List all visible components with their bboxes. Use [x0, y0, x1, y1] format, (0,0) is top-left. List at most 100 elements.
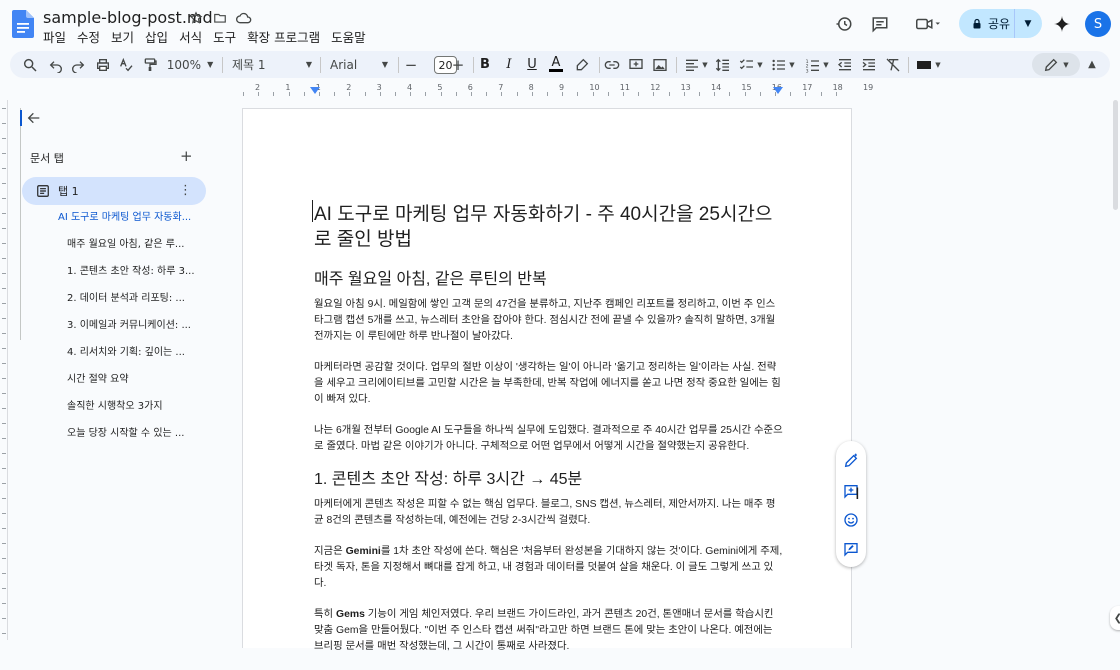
add-tab-button[interactable]: + — [180, 147, 193, 165]
outline-item[interactable]: 오늘 당장 시작할 수 있는 ... — [40, 424, 208, 451]
outline-item[interactable]: AI 도구로 마케팅 업무 자동화... — [40, 208, 208, 235]
vertical-ruler[interactable] — [0, 100, 8, 640]
section-heading[interactable]: 1. 콘텐츠 초안 작성: 하루 3시간 → 45분 — [314, 470, 784, 490]
star-icon[interactable] — [187, 9, 205, 27]
ruler-mark — [820, 92, 822, 96]
paragraph[interactable]: 나는 6개월 전부터 Google AI 도구들을 하나씩 실무에 도입했다. … — [314, 423, 784, 455]
outline-item[interactable]: 솔직한 시행착오 3가지 — [40, 397, 208, 424]
vertical-ruler-mark — [2, 618, 6, 619]
spellcheck-icon[interactable] — [116, 51, 136, 78]
font-select[interactable]: Arial ▼ — [330, 51, 388, 78]
outline-item[interactable]: 매주 월요일 아침, 같은 루... — [40, 235, 208, 262]
more-icon[interactable]: ⋮ — [179, 183, 192, 198]
ruler-mark — [577, 92, 579, 96]
vertical-ruler-mark — [2, 423, 6, 424]
paragraph[interactable]: 마케터라면 공감할 것이다. 업무의 절반 이상이 '생각하는 일'이 아니라 … — [314, 360, 784, 408]
side-panel-expand-icon[interactable]: ❮ — [1110, 606, 1120, 630]
indent-marker-icon[interactable] — [310, 87, 320, 94]
history-icon[interactable] — [830, 10, 858, 38]
vertical-ruler-mark — [2, 468, 6, 469]
menu-file[interactable]: 파일 — [43, 27, 74, 46]
gemini-icon[interactable] — [1048, 10, 1076, 38]
vertical-scrollbar[interactable] — [1113, 100, 1118, 210]
ruler-mark — [258, 92, 260, 96]
ruler-mark — [486, 92, 488, 96]
menu-format[interactable]: 서식 — [179, 27, 210, 46]
vertical-ruler-mark — [2, 513, 6, 514]
search-icon[interactable] — [20, 51, 40, 78]
back-arrow-icon[interactable] — [26, 110, 42, 126]
ruler-tick-label: 4 — [407, 83, 413, 92]
font-size-increase-button[interactable]: + — [451, 51, 465, 78]
clear-format-icon[interactable] — [884, 51, 902, 78]
paint-format-icon[interactable] — [140, 51, 160, 78]
indent-increase-icon[interactable] — [860, 51, 878, 78]
bullet-list-icon[interactable]: ▼ — [769, 51, 797, 78]
bold-icon[interactable]: B — [477, 51, 493, 78]
paragraph[interactable]: 마케터에게 콘텐츠 작성은 피할 수 없는 핵심 업무다. 블로그, SNS 캡… — [314, 497, 784, 529]
paragraph[interactable]: 월요일 아침 9시. 메일함에 쌓인 고객 문의 47건을 분류하고, 지난주 … — [314, 297, 784, 345]
horizontal-ruler[interactable]: 2 1 1 2 3 4 5 6 7 8 9 10 11 12 13 14 15 16 17 18 19 — [243, 83, 873, 97]
highlight-icon[interactable] — [573, 51, 591, 78]
docs-logo-icon[interactable] — [12, 10, 34, 38]
cloud-icon[interactable] — [235, 9, 253, 27]
link-icon[interactable] — [603, 51, 621, 78]
ruler-tick-label: 17 — [802, 83, 813, 92]
text-color-icon[interactable]: A — [548, 51, 564, 78]
underline-icon[interactable]: U — [524, 51, 540, 78]
redo-icon[interactable] — [68, 51, 88, 78]
vertical-ruler-mark — [2, 558, 6, 559]
outline-item[interactable]: 4. 리서치와 기획: 깊이는 ... — [40, 343, 208, 370]
outline-item[interactable]: 2. 데이터 분석과 리포팅: ... — [40, 289, 208, 316]
ruler-mark — [440, 92, 442, 96]
menu-help[interactable]: 도움말 — [331, 27, 374, 46]
tab-1[interactable]: 탭 1 ⋮ — [22, 177, 206, 205]
image-icon[interactable] — [651, 51, 669, 78]
paragraph[interactable]: 지금은 Gemini를 1차 초안 작성에 쓴다. 핵심은 '처음부터 완성본을… — [314, 544, 784, 592]
indent-decrease-icon[interactable] — [836, 51, 854, 78]
ruler-mark — [303, 92, 305, 96]
document-content[interactable]: AI 도구로 마케팅 업무 자동화하기 - 주 40시간을 25시간으로 줄인 … — [314, 202, 784, 670]
bold-text: Gemini — [345, 546, 381, 557]
ruler-mark — [805, 92, 807, 96]
editing-mode-icon[interactable]: ▼ — [1032, 53, 1080, 76]
numbered-list-icon[interactable]: 1 2 3 ▼ — [803, 51, 831, 78]
outline-item[interactable]: 시간 절약 요약 — [40, 370, 208, 397]
collapse-icon[interactable]: ▲ — [1082, 51, 1102, 78]
menu-tools[interactable]: 도구 — [213, 27, 244, 46]
zoom-select[interactable]: 100% ▼ — [165, 51, 215, 78]
right-indent-marker-icon[interactable] — [773, 87, 783, 94]
checklist-icon[interactable]: ▼ — [737, 51, 765, 78]
video-icon[interactable] — [908, 10, 948, 38]
line-spacing-icon[interactable] — [714, 51, 732, 78]
menu-extensions[interactable]: 확장 프로그램 — [247, 27, 328, 46]
menu-edit[interactable]: 수정 — [77, 27, 108, 46]
emoji-icon[interactable] — [842, 511, 860, 529]
avatar[interactable]: S — [1085, 11, 1111, 37]
help-me-write-icon[interactable] — [842, 452, 860, 470]
style-select[interactable]: 제목 1 ▼ — [232, 51, 312, 78]
outline-item[interactable]: 1. 콘텐츠 초안 작성: 하루 3... — [40, 262, 208, 289]
add-comment-icon[interactable] — [627, 51, 645, 78]
print-icon[interactable] — [93, 51, 113, 78]
menu-view[interactable]: 보기 — [111, 27, 142, 46]
paragraph[interactable]: 특히 Gems 기능이 게임 체인저였다. 우리 브랜드 가이드라인, 과거 콘… — [314, 607, 784, 655]
suggest-edit-icon[interactable] — [842, 540, 860, 558]
paragraph-text: 특히 — [314, 609, 337, 620]
outline-item[interactable]: 3. 이메일과 커뮤니케이션: ... — [40, 316, 208, 343]
italic-icon[interactable]: I — [501, 51, 517, 78]
menu-insert[interactable]: 삽입 — [145, 27, 176, 46]
comment-icon[interactable] — [866, 10, 894, 38]
section-heading[interactable]: 매주 월요일 아침, 같은 루틴의 반복 — [314, 270, 784, 290]
document-heading-title[interactable]: AI 도구로 마케팅 업무 자동화하기 - 주 40시간을 25시간으로 줄인 … — [314, 202, 784, 252]
align-icon[interactable]: ▼ — [682, 51, 710, 78]
undo-icon[interactable] — [46, 51, 66, 78]
document-page[interactable]: AI 도구로 마케팅 업무 자동화하기 - 주 40시간을 25시간으로 줄인 … — [242, 108, 852, 652]
ruler-tick-label: 10 — [589, 83, 600, 92]
folder-move-icon[interactable] — [211, 9, 229, 27]
zoom-value: 100% — [166, 57, 202, 72]
border-style-icon[interactable]: ▼ — [914, 51, 944, 78]
share-button[interactable]: 공유 ▼ — [959, 9, 1042, 38]
font-size-decrease-button[interactable]: − — [404, 51, 418, 78]
share-dropdown-icon[interactable]: ▼ — [1015, 19, 1041, 29]
